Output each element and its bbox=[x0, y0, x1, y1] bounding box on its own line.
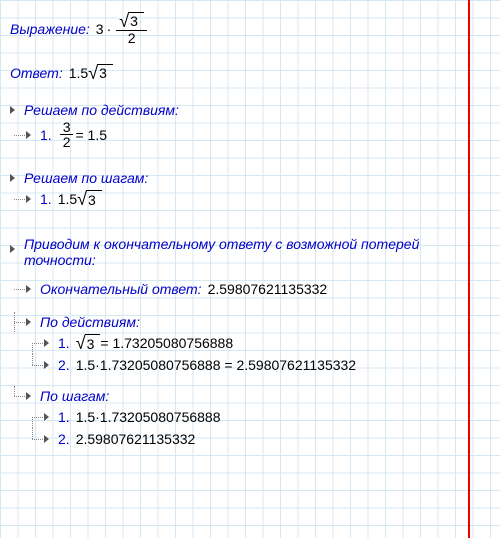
caret-right-icon bbox=[10, 106, 15, 114]
expression-fraction: √ 3 2 bbox=[116, 12, 147, 46]
final-by-actions-header: По действиям: bbox=[10, 312, 490, 332]
final-answer-row: Окончательный ответ: 2.59807621135332 bbox=[10, 278, 490, 300]
sqrt-icon: √ 3 bbox=[88, 64, 113, 82]
caret-right-icon bbox=[44, 361, 49, 369]
expression-coef: 3 bbox=[96, 21, 104, 37]
final-by-steps-header: По шагам: bbox=[10, 386, 490, 406]
by-actions-group: Решаем по действиям: 1. 3 2 = 1.5 bbox=[10, 100, 490, 150]
final-step-2: 2. 2.59807621135332 bbox=[28, 428, 490, 450]
final-step-1: 1. 1.5·1.73205080756888 bbox=[28, 406, 490, 428]
by-steps-header: Решаем по шагам: bbox=[10, 168, 490, 188]
sqrt-icon: √ 3 bbox=[77, 190, 102, 208]
sqrt-icon: √ 3 bbox=[76, 334, 101, 352]
caret-right-icon bbox=[10, 245, 15, 253]
caret-right-icon bbox=[26, 131, 31, 139]
answer-coef: 1.5 bbox=[69, 65, 88, 81]
final-action-1: 1. √ 3 = 1.73205080756888 bbox=[28, 332, 490, 354]
mult-dot: · bbox=[107, 21, 112, 37]
final-action-2: 2. 1.5·1.73205080756888 = 2.598076211353… bbox=[28, 354, 490, 376]
by-steps-item-1: 1. 1.5 √ 3 bbox=[10, 188, 490, 210]
expression-row: Выражение: 3 · √ 3 2 bbox=[10, 12, 490, 46]
notebook-margin bbox=[468, 0, 470, 538]
answer-label: Ответ: bbox=[10, 65, 63, 81]
sqrt-icon: √ 3 bbox=[119, 12, 144, 30]
caret-right-icon bbox=[26, 318, 31, 326]
caret-right-icon bbox=[44, 413, 49, 421]
caret-right-icon bbox=[44, 339, 49, 347]
final-by-actions: По действиям: 1. √ 3 = 1.73205080756888 bbox=[10, 312, 490, 376]
page-content: Выражение: 3 · √ 3 2 Ответ: 1.5 √ 3 Реша… bbox=[0, 0, 500, 470]
by-actions-header: Решаем по действиям: bbox=[10, 100, 490, 120]
final-by-steps: По шагам: 1. 1.5·1.73205080756888 2. 2.5… bbox=[10, 386, 490, 450]
caret-right-icon bbox=[26, 195, 31, 203]
answer-row: Ответ: 1.5 √ 3 bbox=[10, 64, 490, 82]
caret-right-icon bbox=[26, 285, 31, 293]
by-steps-group: Решаем по шагам: 1. 1.5 √ 3 bbox=[10, 168, 490, 210]
expression-label: Выражение: bbox=[10, 21, 90, 37]
final-header: Приводим к окончательному ответу с возмо… bbox=[10, 236, 490, 268]
fraction: 3 2 bbox=[60, 120, 74, 150]
caret-right-icon bbox=[44, 435, 49, 443]
by-actions-item-1: 1. 3 2 = 1.5 bbox=[10, 120, 490, 150]
caret-right-icon bbox=[26, 392, 31, 400]
final-section: Приводим к окончательному ответу с возмо… bbox=[10, 236, 490, 450]
caret-right-icon bbox=[10, 174, 15, 182]
